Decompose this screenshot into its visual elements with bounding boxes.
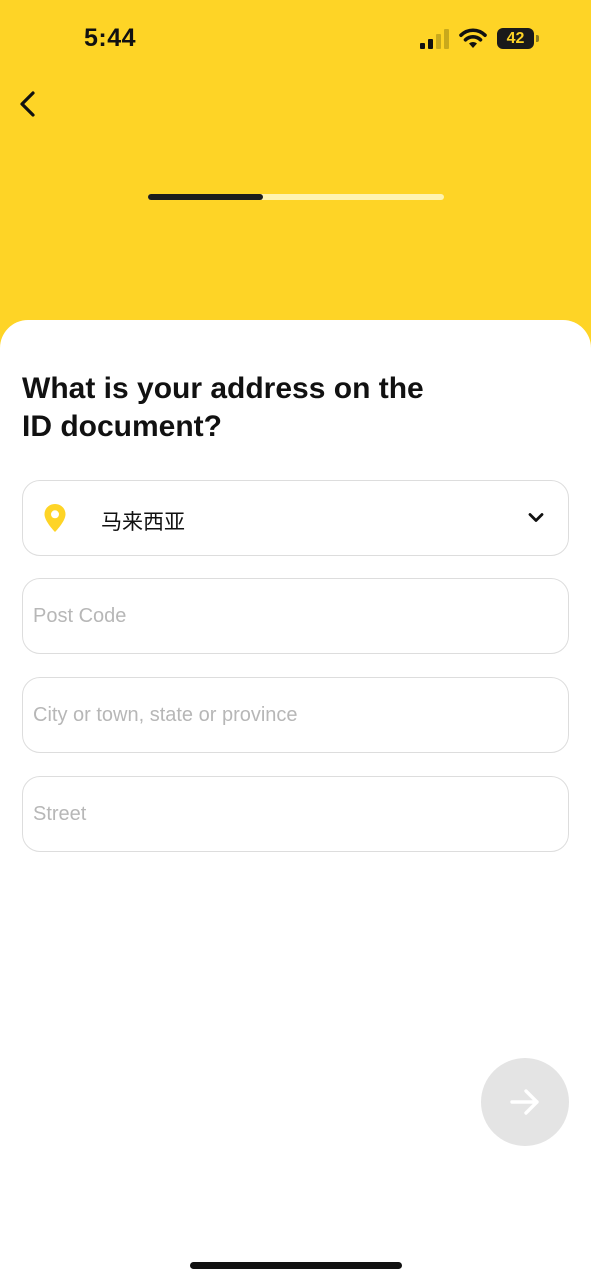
wifi-icon — [459, 28, 487, 48]
street-input[interactable] — [23, 777, 568, 851]
cellular-signal-icon — [420, 29, 449, 49]
page-title: What is your address on the ID document? — [22, 372, 424, 443]
progress-bar — [148, 194, 444, 200]
city-field — [22, 677, 569, 753]
arrow-right-icon — [510, 1089, 539, 1115]
home-indicator — [190, 1262, 402, 1269]
next-button[interactable] — [481, 1058, 569, 1146]
country-value: 马来西亚 — [101, 510, 185, 534]
progress-fill — [148, 194, 264, 200]
country-select[interactable]: 马来西亚 — [22, 480, 569, 556]
status-time: 5:44 — [84, 24, 137, 52]
street-field — [22, 776, 569, 852]
form-sheet: What is your address on the ID document?… — [0, 320, 591, 1280]
post-code-input[interactable] — [23, 579, 568, 653]
chevron-down-icon — [528, 513, 544, 522]
battery-level: 42 — [506, 30, 525, 47]
chevron-left-icon — [20, 91, 35, 117]
battery-icon: 42 — [497, 28, 534, 49]
city-input[interactable] — [23, 678, 568, 752]
address-screen: 5:44 42 What is your address on the ID d… — [0, 0, 591, 1280]
status-bar: 5:44 42 — [0, 0, 591, 80]
post-code-field — [22, 578, 569, 654]
back-button[interactable] — [10, 84, 50, 124]
location-pin-icon — [44, 504, 66, 532]
battery-tip — [536, 35, 539, 42]
